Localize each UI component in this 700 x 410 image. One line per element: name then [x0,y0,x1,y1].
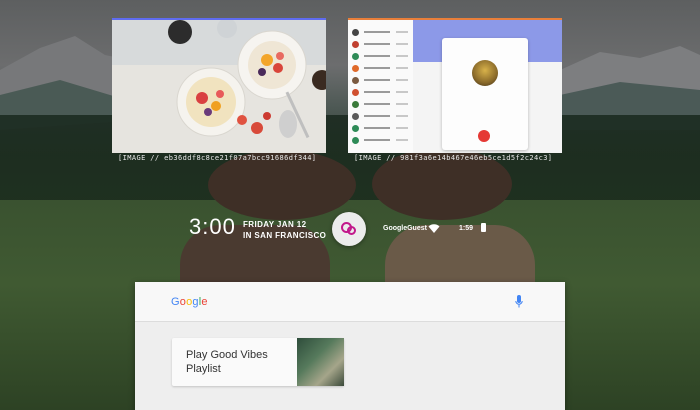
date-location: FRIDAY JAN 12 IN SAN FRANCISCO [243,219,326,241]
system-time: 1:59 [459,225,474,232]
recent-card-phone[interactable] [348,18,562,153]
logo-letter: e [201,296,208,308]
location-label: IN SAN FRANCISCO [243,231,327,240]
battery-icon [481,223,486,232]
suggestion-label: Play Good Vibes Playlist [186,349,268,375]
food-photo [112,20,326,153]
suggestion-card[interactable]: Play Good Vibes Playlist [172,338,344,386]
clock: 3:00 [189,214,236,239]
google-logo: Google [171,296,208,308]
date-label: FRIDAY JAN 12 [243,220,307,229]
wifi-icon [428,224,440,233]
assistant-icon-ring [347,226,356,235]
playlist-thumbnail [297,338,344,386]
tv-home-screen: [IMAGE // eb36ddf8c8ce21f07a7bcc91686df3… [0,0,700,410]
recent-card-caption: [IMAGE // eb36ddf8c8ce21f07a7bcc91686df3… [118,154,317,162]
microphone-icon[interactable] [515,295,523,308]
recent-card-caption: [IMAGE // 981f3a6e14b467e46eb5ce1d5f2c24… [354,154,553,162]
assistant-button[interactable] [332,212,366,246]
network-name: GoogleGuest [383,225,427,232]
logo-letter: G [171,296,180,308]
contact-list [348,20,413,153]
caller-avatar [472,60,498,86]
recent-card-photos[interactable] [112,18,326,153]
call-panel [442,38,528,150]
search-panel: Google Play Good Vibes Playlist [135,282,565,410]
end-call-icon[interactable] [478,130,490,142]
search-bar[interactable]: Google [135,282,565,322]
